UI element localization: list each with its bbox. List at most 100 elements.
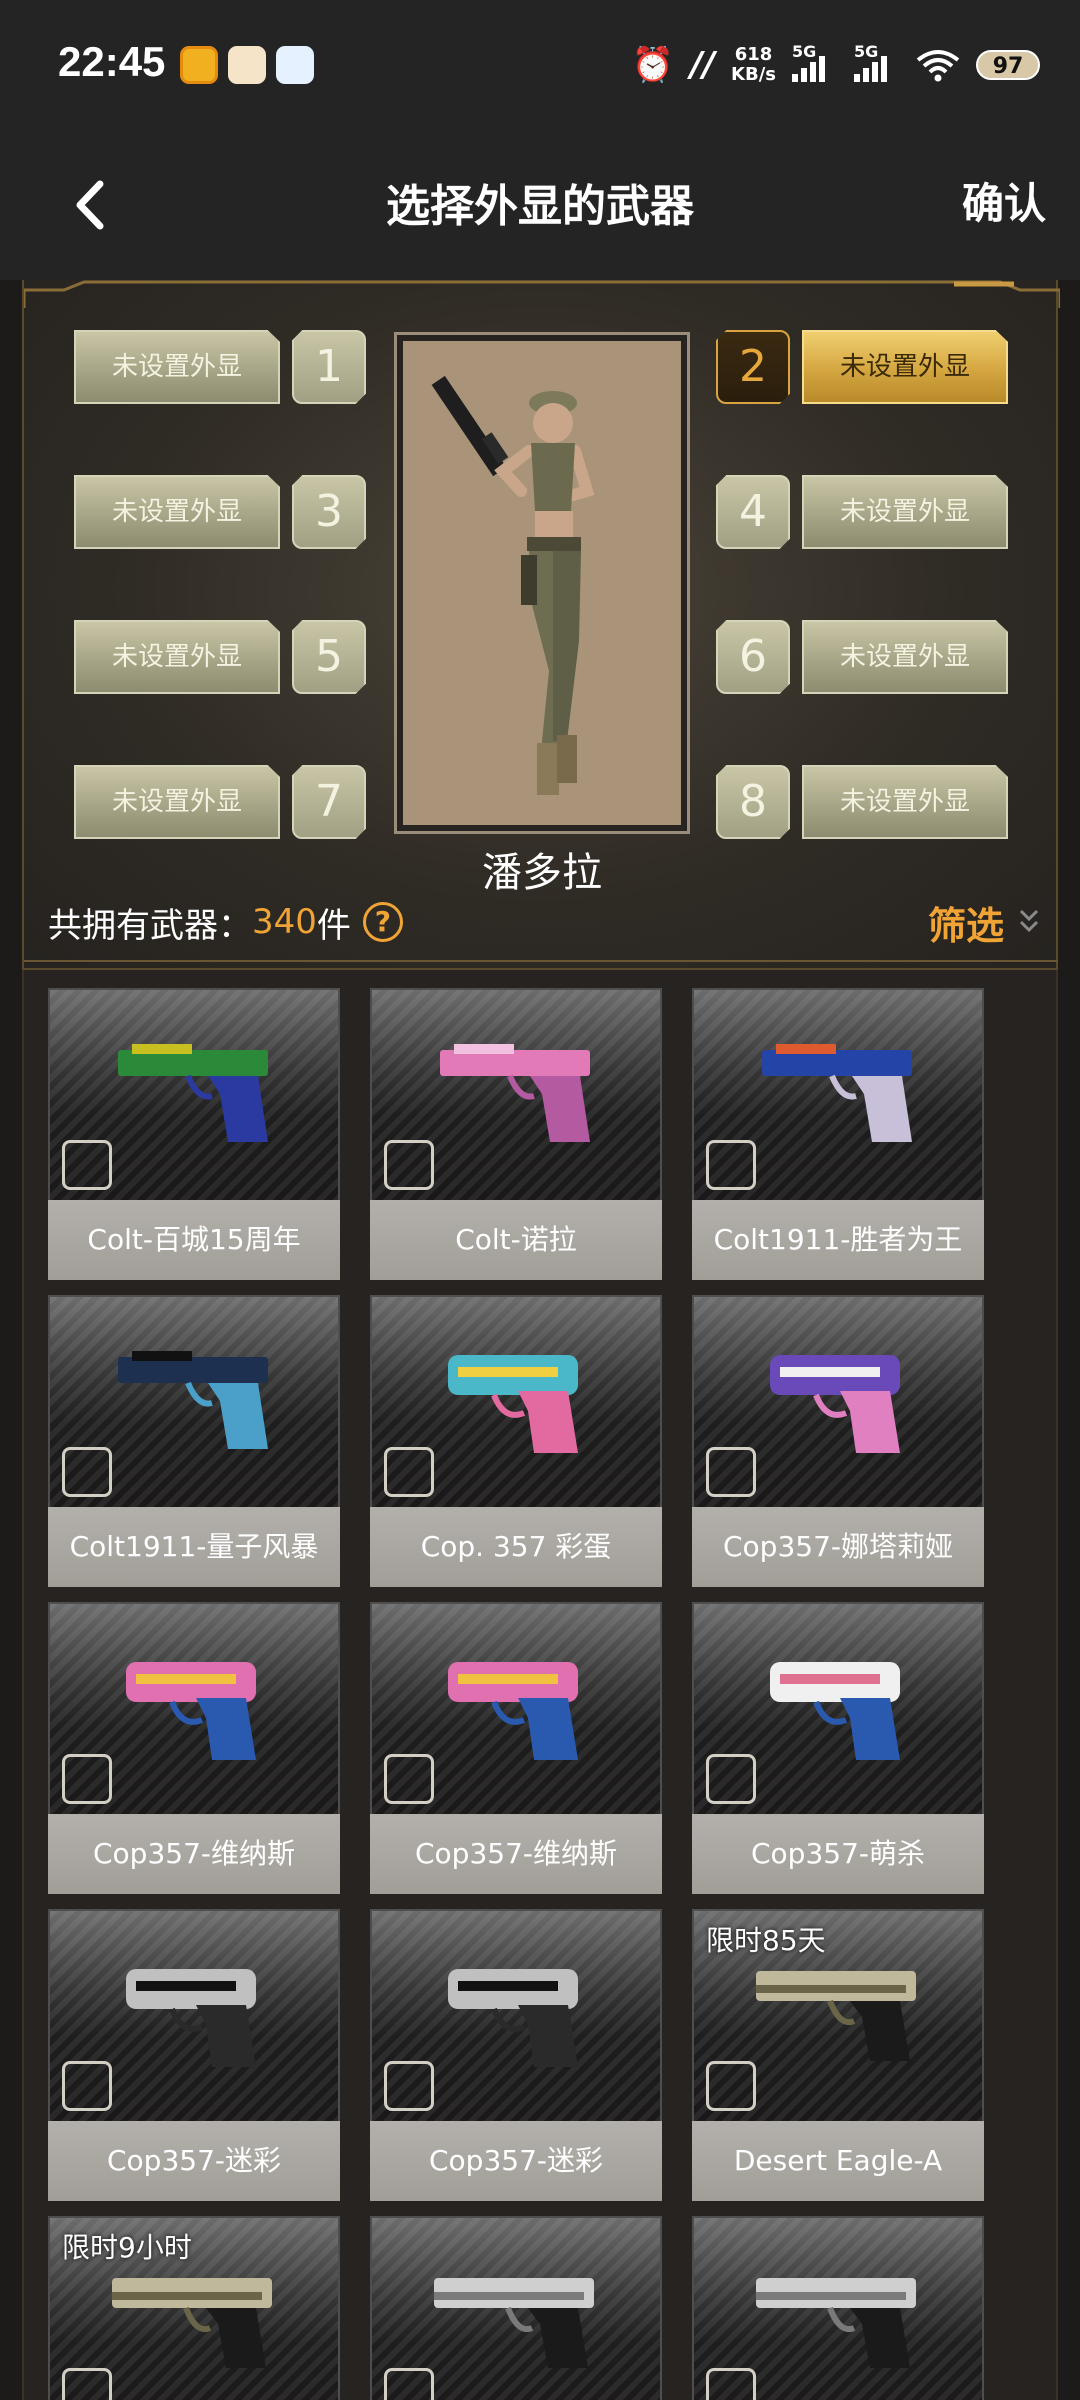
pistol-colt-pink-icon	[440, 1044, 590, 1142]
slot-2-label[interactable]: 未设置外显	[802, 330, 1008, 404]
weapon-card[interactable]: Cop357-迷彩	[48, 1909, 340, 2201]
weapon-image	[692, 988, 984, 1200]
weapon-name: Colt-百城15周年	[48, 1200, 340, 1280]
signal-label: 5G	[792, 42, 817, 61]
pistol-cop-silver-icon	[448, 1969, 578, 2067]
pistol-cop-pink-icon	[126, 1662, 256, 1760]
character-name: 潘多拉	[482, 850, 602, 896]
pistol-deagle-silver-icon	[434, 2278, 594, 2368]
pistol-cop-pink-icon	[448, 1662, 578, 1760]
select-checkbox[interactable]	[62, 2061, 112, 2111]
weapon-image: 限时9小时	[48, 2216, 340, 2400]
weapon-name: Colt1911-胜者为王	[692, 1200, 984, 1280]
select-checkbox[interactable]	[62, 1140, 112, 1190]
slot-6-label[interactable]: 未设置外显	[802, 620, 1008, 694]
confirm-button[interactable]: 确认	[962, 170, 1046, 231]
slot-1-number[interactable]: 1	[292, 330, 366, 404]
signal-icon: 5G	[854, 42, 900, 82]
alarm-icon: ⏰	[631, 45, 675, 85]
slot-6-number[interactable]: 6	[716, 620, 790, 694]
panel-frame-ornament	[24, 280, 1060, 308]
pistol-deagle-camo-icon	[756, 1971, 916, 2061]
slot-2-number[interactable]: 2	[716, 330, 790, 404]
weapon-card[interactable]: Colt1911-胜者为王	[692, 988, 984, 1280]
select-checkbox[interactable]	[62, 1447, 112, 1497]
select-checkbox[interactable]	[706, 1754, 756, 1804]
slot-7-label[interactable]: 未设置外显	[74, 765, 280, 839]
slot-8-label[interactable]: 未设置外显	[802, 765, 1008, 839]
chevron-down-icon	[1019, 909, 1039, 933]
network-speed: 618 KB/s	[731, 45, 776, 85]
slot-7-number[interactable]: 7	[292, 765, 366, 839]
weapon-name: Cop357-迷彩	[48, 2121, 340, 2201]
pistol-cop-blue-icon	[770, 1662, 900, 1760]
weapon-card[interactable]: 限时9小时	[48, 2216, 340, 2400]
filter-button[interactable]: 筛选	[928, 892, 1040, 952]
weapon-image	[370, 988, 662, 1200]
weapon-image	[48, 1295, 340, 1507]
weapon-name: Cop357-娜塔莉娅	[692, 1507, 984, 1587]
weapon-card[interactable]: Colt-诺拉	[370, 988, 662, 1280]
help-icon[interactable]: ?	[362, 902, 403, 942]
weapon-card[interactable]: Cop357-维纳斯	[48, 1602, 340, 1894]
character-portrait	[394, 332, 690, 834]
slot-1-label[interactable]: 未设置外显	[74, 330, 280, 404]
pistol-colt-dark-icon	[118, 1351, 268, 1449]
select-checkbox[interactable]	[706, 1140, 756, 1190]
select-checkbox[interactable]	[384, 1447, 434, 1497]
select-checkbox[interactable]	[706, 2368, 756, 2400]
select-checkbox[interactable]	[62, 2368, 112, 2400]
owned-unit: 件	[316, 905, 351, 946]
weapon-name: Colt1911-量子风暴	[48, 1507, 340, 1587]
weapon-card[interactable]	[692, 2216, 984, 2400]
weapon-image	[692, 1295, 984, 1507]
weapon-grid: Colt-百城15周年 Colt-诺拉 Colt1911-胜者为王 Colt19…	[22, 970, 1058, 2400]
select-checkbox[interactable]	[384, 1140, 434, 1190]
top-bar: 选择外显的武器 确认	[0, 130, 1080, 280]
weapon-card[interactable]: Cop357-萌杀	[692, 1602, 984, 1894]
weapon-image	[370, 1295, 662, 1507]
weapon-card[interactable]: Cop357-迷彩	[370, 1909, 662, 2201]
pistol-deagle-camo-icon	[112, 2278, 272, 2368]
weapon-name: Cop357-维纳斯	[370, 1814, 662, 1894]
slot-4-label[interactable]: 未设置外显	[802, 475, 1008, 549]
weapon-card[interactable]	[370, 2216, 662, 2400]
slot-3-label[interactable]: 未设置外显	[74, 475, 280, 549]
owned-label: 共拥有武器：	[48, 905, 252, 946]
wifi-icon	[916, 50, 960, 82]
time-limit-badge: 限时9小时	[62, 2231, 192, 2264]
pistol-cop-teal-icon	[448, 1355, 578, 1453]
weapon-name: Cop357-迷彩	[370, 2121, 662, 2201]
slot-4-number[interactable]: 4	[716, 475, 790, 549]
weapon-card[interactable]: 限时85天 Desert Eagle-A	[692, 1909, 984, 2201]
slot-8-number[interactable]: 8	[716, 765, 790, 839]
pistol-cop-purple-icon	[770, 1355, 900, 1453]
select-checkbox[interactable]	[706, 1447, 756, 1497]
signal-label: 5G	[854, 42, 879, 61]
slot-5-number[interactable]: 5	[292, 620, 366, 694]
weapon-image: 限时85天	[692, 1909, 984, 2121]
select-checkbox[interactable]	[384, 2368, 434, 2400]
signal-icon: 5G	[792, 42, 838, 82]
weapon-card[interactable]: Cop357-维纳斯	[370, 1602, 662, 1894]
network-speed-unit: KB/s	[731, 64, 776, 85]
status-bar: 22:45 ⏰ // 618 KB/s 5G 5G 97	[0, 0, 1080, 130]
select-checkbox[interactable]	[384, 1754, 434, 1804]
app-notification-icon	[276, 46, 314, 84]
clock: 22:45	[58, 38, 166, 85]
weapon-card[interactable]: Colt1911-量子风暴	[48, 1295, 340, 1587]
weapon-name: Cop. 357 彩蛋	[370, 1507, 662, 1587]
select-checkbox[interactable]	[384, 2061, 434, 2111]
slot-5-label[interactable]: 未设置外显	[74, 620, 280, 694]
select-checkbox[interactable]	[62, 1754, 112, 1804]
filter-label: 筛选	[927, 903, 1004, 948]
select-checkbox[interactable]	[706, 2061, 756, 2111]
pistol-colt-blue-icon	[762, 1044, 912, 1142]
weapon-image	[48, 1909, 340, 2121]
slot-3-number[interactable]: 3	[292, 475, 366, 549]
page-title: 选择外显的武器	[386, 181, 694, 232]
weapon-card[interactable]: Colt-百城15周年	[48, 988, 340, 1280]
weapon-card[interactable]: Cop. 357 彩蛋	[370, 1295, 662, 1587]
weapon-card[interactable]: Cop357-娜塔莉娅	[692, 1295, 984, 1587]
pistol-colt-green-icon	[118, 1044, 268, 1142]
